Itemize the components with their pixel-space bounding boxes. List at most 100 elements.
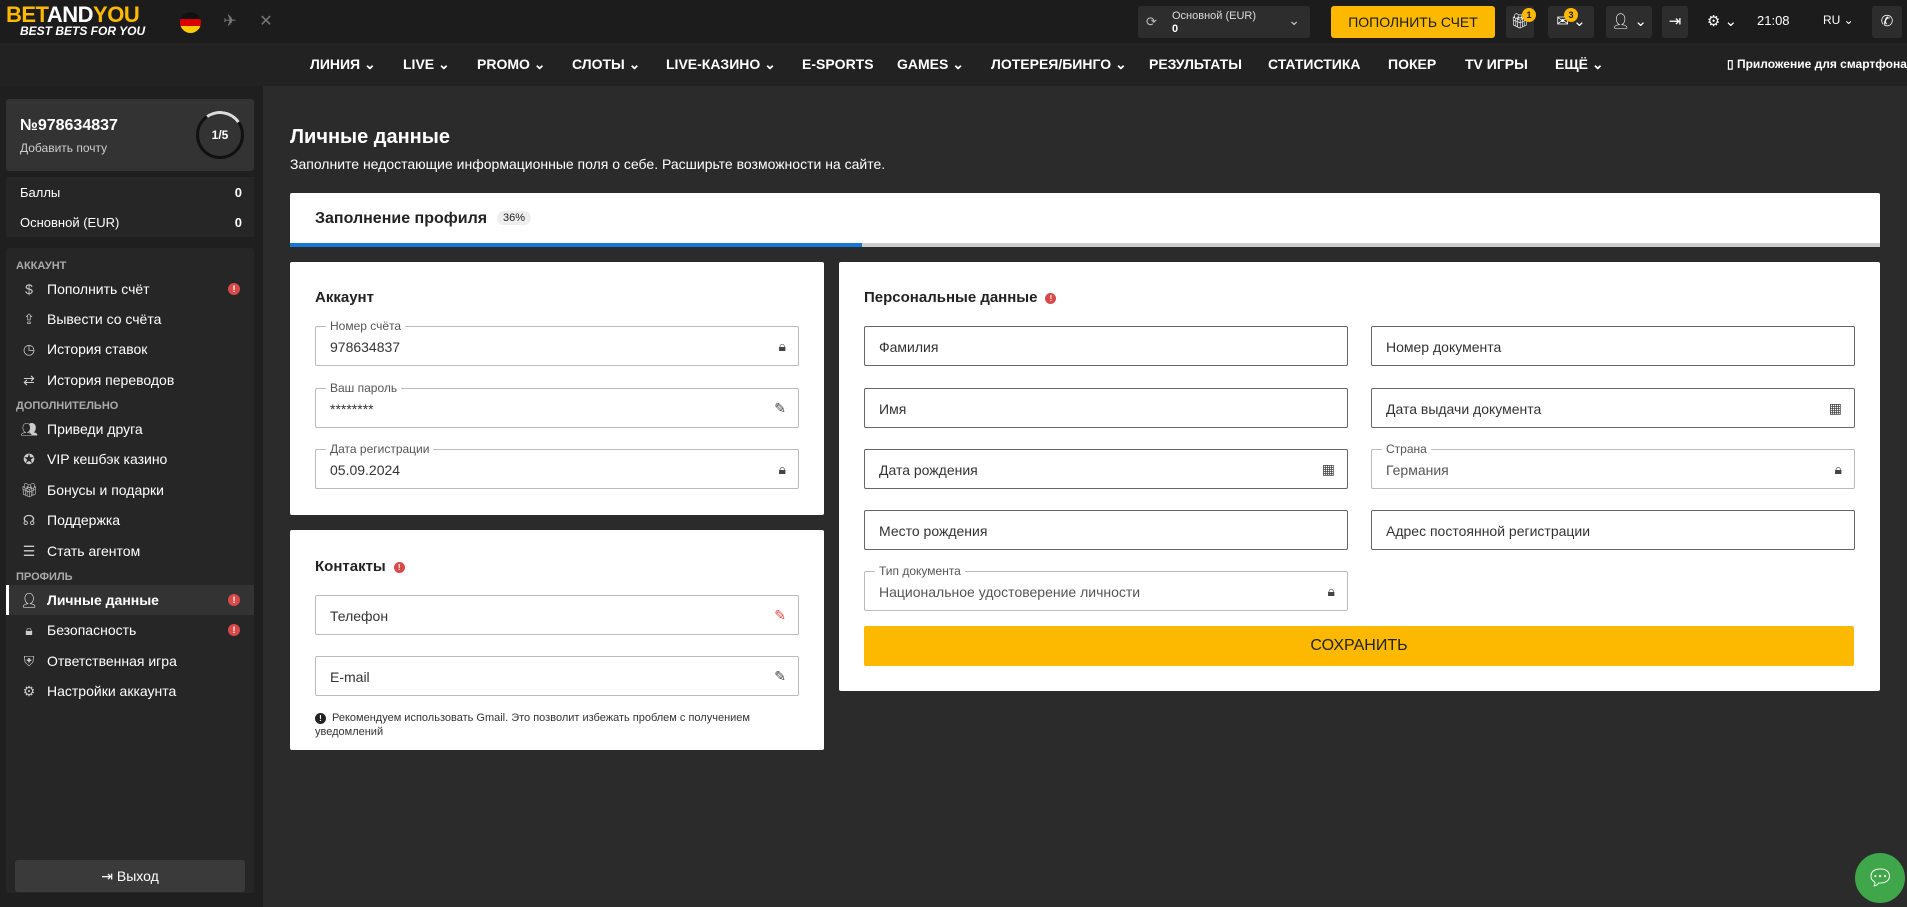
main-nav: ЛИНИЯ ⌄ LIVE ⌄ PROMO ⌄ СЛОТЫ ⌄ LIVE-КАЗИ… <box>0 43 1907 86</box>
account-card: №978634837 Добавить почту 1/5 <box>6 99 254 171</box>
sidebar-item-settings[interactable]: ⚙ Настройки аккаунта <box>6 676 254 706</box>
nav-esports[interactable]: E-SPORTS <box>802 43 874 86</box>
page-title: Личные данные <box>290 126 450 148</box>
warning-icon: ! <box>1045 293 1057 304</box>
rocket-icon[interactable]: ✈ <box>220 12 240 32</box>
birth-place-field[interactable]: Место рождения <box>864 510 1348 550</box>
pencil-icon[interactable]: ✎ <box>774 607 786 624</box>
name-field[interactable]: Имя <box>864 388 1348 428</box>
sidebar-item-vip[interactable]: ✪ VIP кешбэк казино <box>6 444 254 474</box>
sidebar-item-deposit[interactable]: $ Пополнить счёт! <box>6 274 254 304</box>
sidebar-menu: АККАУНТ $ Пополнить счёт! ⇪ Вывести со счё… <box>6 248 254 893</box>
smartphone-icon: ▯ <box>1727 57 1734 71</box>
chat-button[interactable]: 💬︎ <box>1855 853 1905 903</box>
sidebar-item-invite[interactable]: 👥︎ Приведи друга <box>6 414 254 444</box>
sidebar-item-responsible[interactable]: ⛨ Ответственная игра <box>6 646 254 676</box>
headset-icon: ☊ <box>22 512 36 528</box>
nav-statistics[interactable]: СТАТИСТИКА <box>1268 43 1361 86</box>
progress-fill <box>290 243 863 247</box>
main-balance-row: Основной (EUR) 0 <box>6 207 254 237</box>
registration-date-field: Дата регистрации 05.09.2024 🔒︎ <box>315 442 799 489</box>
points-row: Баллы 0 <box>6 177 254 207</box>
chevron-down-icon: ⌄ <box>1288 12 1300 28</box>
gift-badge: 1 <box>1522 8 1536 22</box>
settings-button[interactable]: ⚙ ⌄ <box>1700 6 1744 38</box>
sidebar-item-agent[interactable]: ☰ Стать агентом <box>6 536 254 566</box>
nav-slots[interactable]: СЛОТЫ ⌄ <box>572 43 640 86</box>
sidebar-item-transfer-history[interactable]: ⇄ История переводов <box>6 365 254 395</box>
warning-icon: ! <box>228 594 240 606</box>
sidebar-item-withdraw[interactable]: ⇪ Вывести со счёта <box>6 304 254 334</box>
users-icon: 👥︎ <box>20 421 38 437</box>
nav-tv-games[interactable]: TV ИГРЫ <box>1465 43 1528 86</box>
account-number: №978634837 <box>20 117 118 134</box>
gift-button[interactable]: 🎁︎ 1 <box>1506 6 1536 38</box>
nav-lottery[interactable]: ЛОТЕРЕЯ/БИНГО ⌄ <box>991 43 1127 86</box>
nav-live-casino[interactable]: LIVE-КАЗИНО ⌄ <box>666 43 776 86</box>
sidebar-item-bonuses[interactable]: 🎁︎ Бонусы и подарки <box>6 475 254 505</box>
mail-button[interactable]: ✉ ⌄ 3 <box>1548 6 1594 38</box>
clock-icon: ◷ <box>22 341 36 357</box>
document-number-field[interactable]: Номер документа <box>1371 326 1855 366</box>
dollar-icon: $ <box>25 281 33 297</box>
sidebar: №978634837 Добавить почту 1/5 Баллы 0 Осн… <box>0 86 263 907</box>
nav-more[interactable]: ЕЩЁ ⌄ <box>1555 43 1604 86</box>
app-link[interactable]: ▯ Приложение для смартфона <box>1727 43 1907 86</box>
add-email-link[interactable]: Добавить почту <box>20 141 107 155</box>
chat-icon: 💬︎ <box>1866 865 1894 890</box>
document-date-field[interactable]: Дата выдачи документа ▦ <box>1371 388 1855 428</box>
info-icon: ! <box>315 713 326 724</box>
phone-button[interactable]: ✆ <box>1872 6 1902 38</box>
refresh-icon[interactable]: ⟳ <box>1146 14 1157 30</box>
nav-games[interactable]: GAMES ⌄ <box>897 43 964 86</box>
sidebar-item-bet-history[interactable]: ◷ История ставок <box>6 334 254 364</box>
user-menu-button[interactable]: 👤︎ ⌄ <box>1606 6 1652 38</box>
warning-icon: ! <box>228 624 240 636</box>
phone-field[interactable]: Телефон ✎ <box>315 595 799 635</box>
exit-icon: ⇥ <box>1668 13 1682 30</box>
nav-results[interactable]: РЕЗУЛЬТАТЫ <box>1149 43 1242 86</box>
satellite-icon[interactable]: ✕ <box>256 12 276 32</box>
nav-poker[interactable]: ПОКЕР <box>1388 43 1436 86</box>
password-field[interactable]: Ваш пароль ******** ✎ <box>315 381 799 428</box>
germany-flag-icon[interactable] <box>180 12 201 33</box>
sidebar-item-security[interactable]: 🔒︎ Безопасность! <box>6 615 254 645</box>
deposit-button[interactable]: ПОПОЛНИТЬ СЧЕТ <box>1331 6 1495 38</box>
lock-icon: 🔒︎ <box>25 622 33 638</box>
profile-progress: Заполнение профиля 36% <box>290 193 1880 247</box>
nav-promo[interactable]: PROMO ⌄ <box>477 43 546 86</box>
birth-date-field[interactable]: Дата рождения ▦ <box>864 449 1348 489</box>
email-field[interactable]: E-mail ✎ <box>315 656 799 696</box>
logout-button[interactable]: ⇥ Выход <box>15 860 245 892</box>
account-section: Аккаунт Номер счёта 978634837 🔒︎ Ваш пар… <box>290 262 824 515</box>
nav-live[interactable]: LIVE ⌄ <box>403 43 450 86</box>
vip-icon: ✪ <box>23 451 35 467</box>
account-title: Аккаунт <box>315 289 374 306</box>
calendar-icon[interactable]: ▦ <box>1322 461 1335 478</box>
save-button[interactable]: СОХРАНИТЬ <box>864 626 1854 666</box>
balance-selector[interactable]: ⟳ Основной (EUR) 0 ⌄ <box>1138 6 1310 38</box>
user-icon: 👤︎ <box>20 592 38 608</box>
progress-percent: 36% <box>497 211 532 225</box>
warning-icon: ! <box>393 562 405 573</box>
address-field[interactable]: Адрес постоянной регистрации <box>1371 510 1855 550</box>
database-icon: ☰ <box>22 543 36 559</box>
calendar-icon[interactable]: ▦ <box>1829 400 1842 417</box>
sidebar-item-personal[interactable]: 👤︎ Личные данные! <box>6 585 254 615</box>
document-type-field: Тип документа Национальное удостоверение… <box>864 564 1348 611</box>
pencil-icon[interactable]: ✎ <box>774 400 786 417</box>
lock-icon: 🔒︎ <box>778 338 786 354</box>
nav-line[interactable]: ЛИНИЯ ⌄ <box>310 43 376 86</box>
sidebar-item-support[interactable]: ☊ Поддержка <box>6 505 254 535</box>
section-account: АККАУНТ <box>16 260 67 272</box>
section-extra: ДОПОЛНИТЕЛЬНО <box>16 400 119 412</box>
shield-icon: ⛨ <box>23 653 35 669</box>
progress-track <box>290 243 1880 247</box>
pencil-icon[interactable]: ✎ <box>774 668 786 685</box>
logout-top-button[interactable]: ⇥ <box>1662 6 1688 38</box>
logo[interactable]: BETANDYOU BEST BETS FOR YOU <box>6 4 166 39</box>
gift-icon: 🎁︎ <box>20 482 38 498</box>
language-selector[interactable]: RU ⌄ <box>1823 13 1854 27</box>
lock-icon: 🔒︎ <box>778 461 786 477</box>
surname-field[interactable]: Фамилия <box>864 326 1348 366</box>
